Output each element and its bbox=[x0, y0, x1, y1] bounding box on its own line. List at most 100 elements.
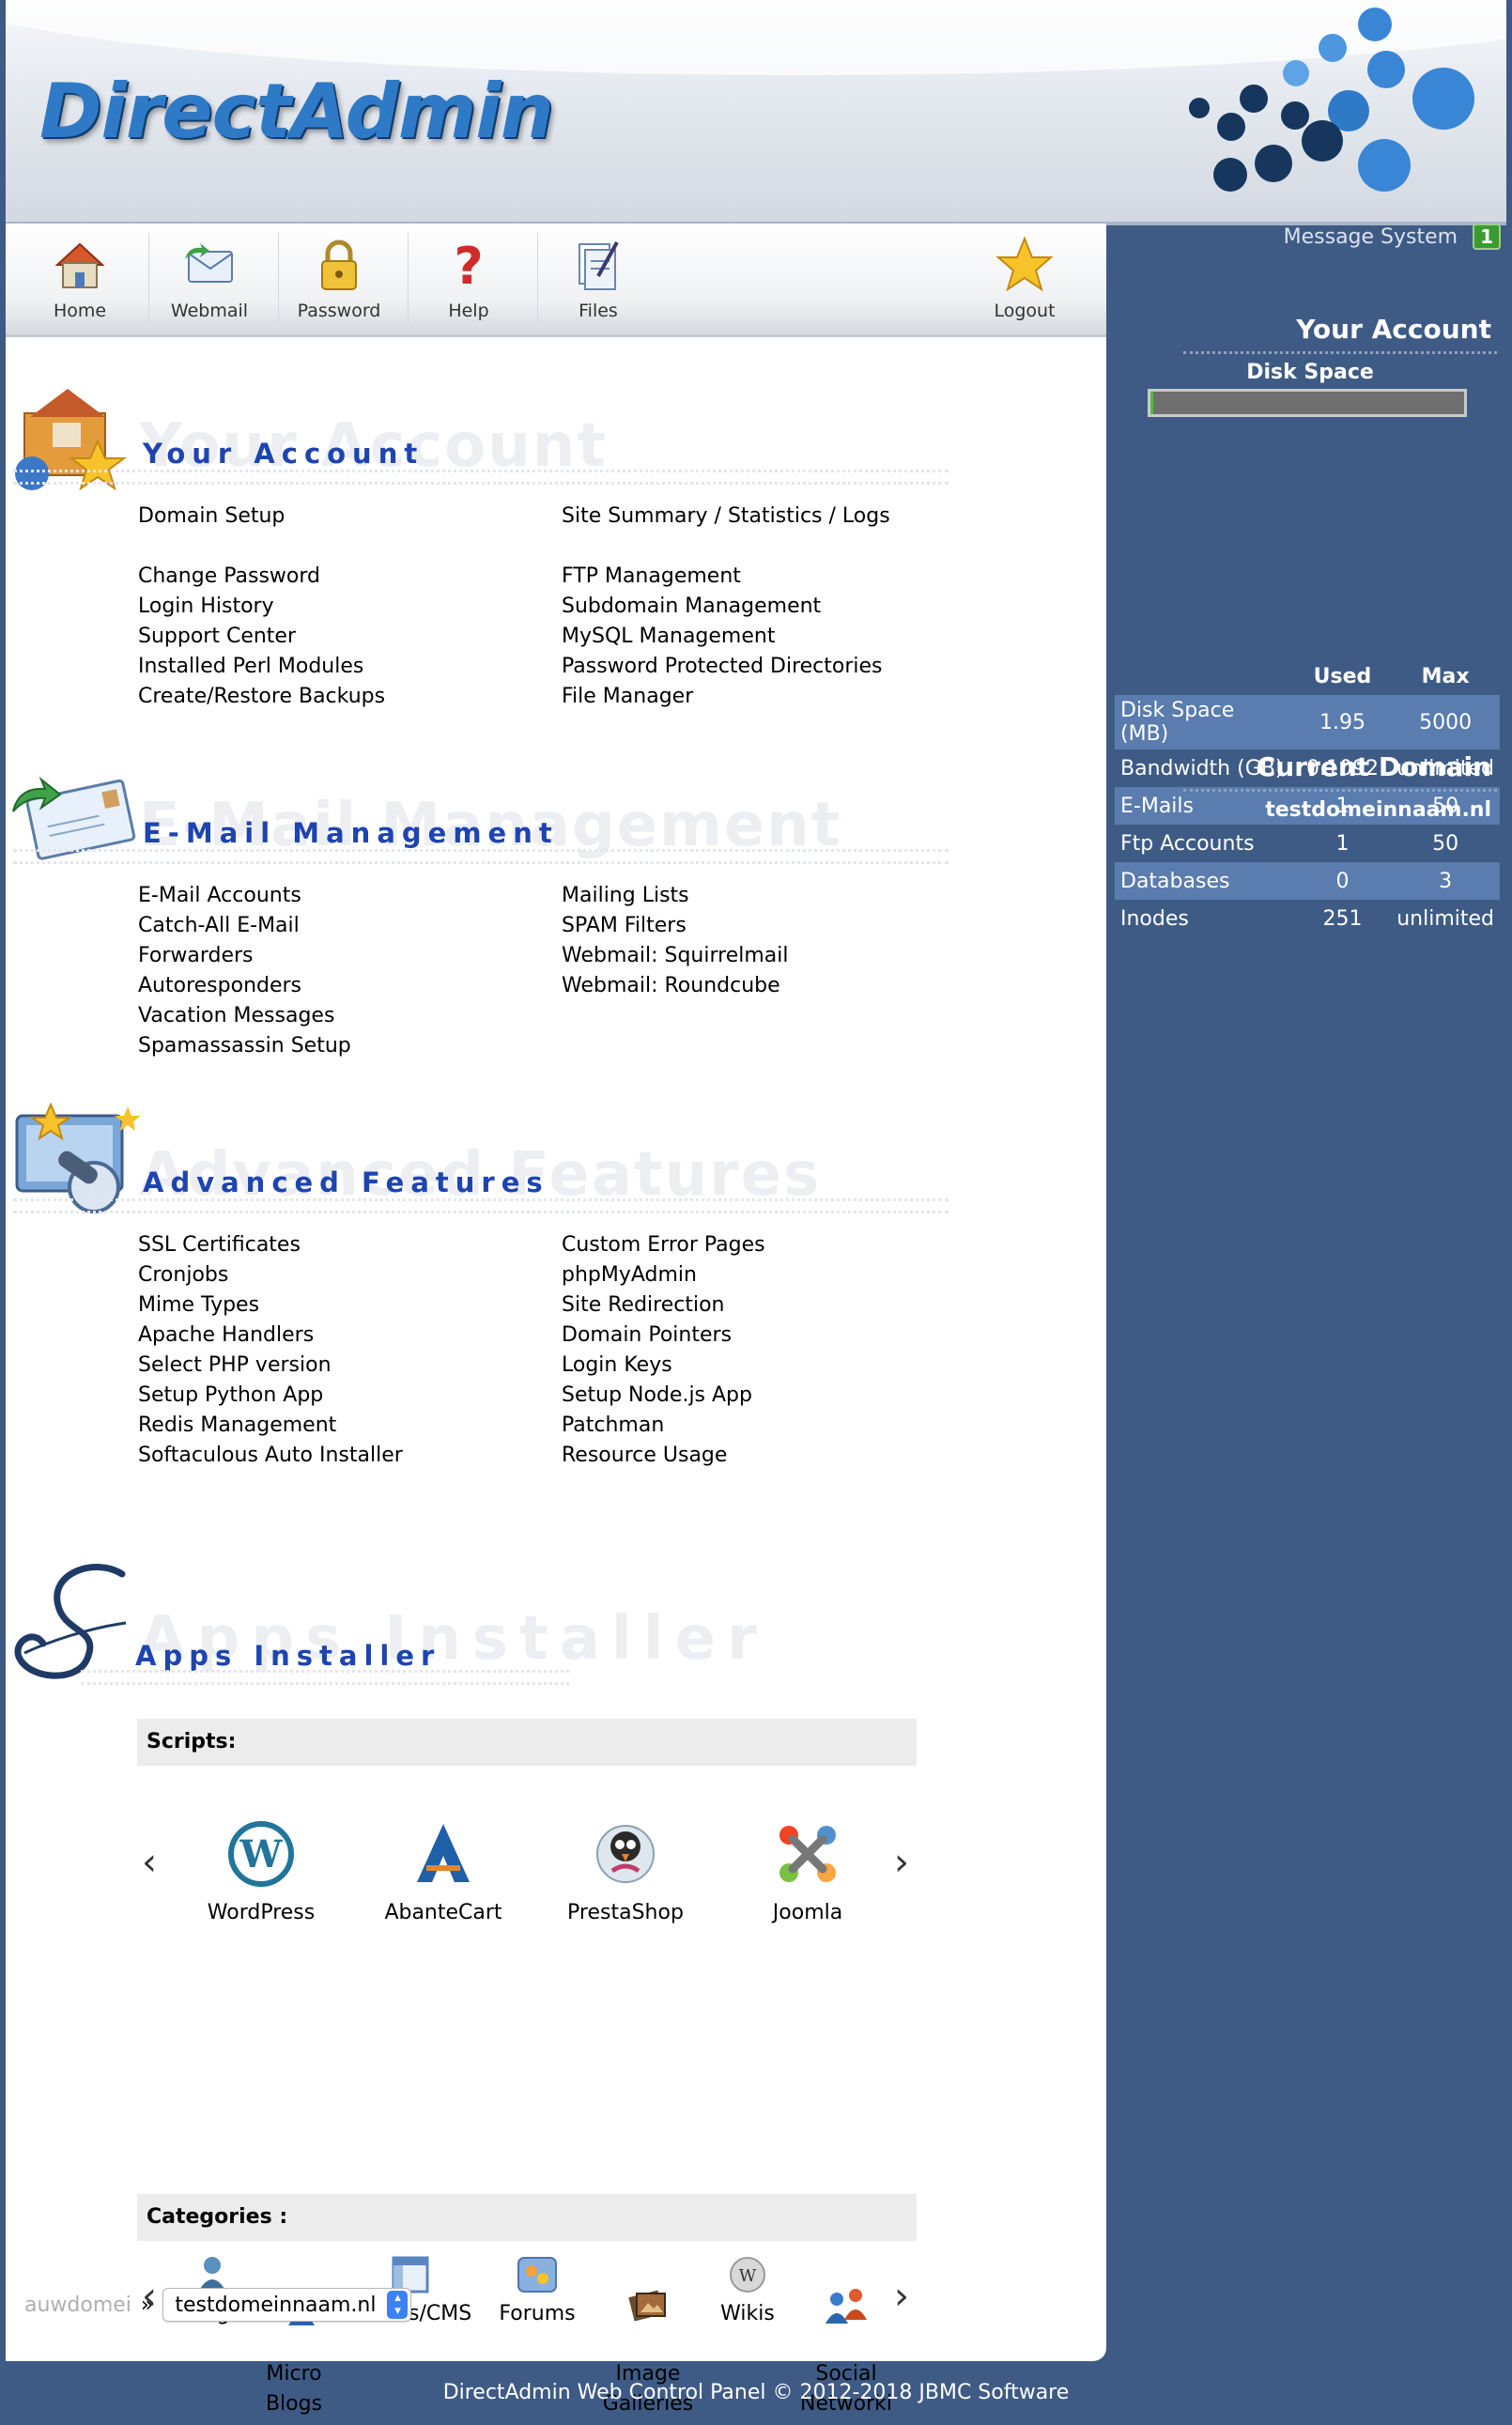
stats-row-databases: Databases 0 3 bbox=[1115, 862, 1500, 900]
message-system[interactable]: Message System 1 bbox=[1284, 224, 1501, 250]
patchman-link[interactable]: Patchman bbox=[562, 1411, 994, 1441]
installed-perl-modules-link[interactable]: Installed Perl Modules bbox=[138, 652, 532, 682]
logo-dots-decoration bbox=[1161, 0, 1506, 222]
abantecart-icon bbox=[417, 1824, 470, 1882]
logout-button[interactable]: Logout bbox=[964, 235, 1086, 329]
webmail-button[interactable]: Webmail bbox=[148, 235, 270, 329]
wordpress-icon: W bbox=[228, 1821, 294, 1887]
section-title-apps-installer: Apps Installer bbox=[135, 1640, 441, 1672]
script-abantecart[interactable]: AbanteCart bbox=[359, 1818, 528, 1924]
stats-header-row: Used Max bbox=[1115, 657, 1500, 695]
site-summary-link[interactable]: Site Summary / Statistics / Logs bbox=[562, 502, 994, 532]
ftp-management-link[interactable]: FTP Management bbox=[562, 562, 994, 592]
stat-max: 5000 bbox=[1391, 695, 1500, 749]
create-restore-backups-link[interactable]: Create/Restore Backups bbox=[138, 682, 532, 712]
categories-header: Categories : bbox=[137, 2194, 917, 2241]
help-button[interactable]: ? Help bbox=[408, 235, 530, 329]
script-label: Joomla bbox=[772, 1901, 843, 1924]
script-joomla[interactable]: Joomla bbox=[723, 1818, 892, 1924]
social-networking-icon bbox=[825, 2289, 867, 2324]
scripts-prev-arrow[interactable]: ‹ bbox=[142, 1841, 157, 1884]
stat-max: 50 bbox=[1432, 831, 1459, 856]
home-button[interactable]: Home bbox=[19, 235, 141, 329]
mime-types-link[interactable]: Mime Types bbox=[138, 1290, 551, 1321]
footer-copyright: DirectAdmin Web Control Panel © 2012-201… bbox=[442, 2381, 1070, 2404]
webmail-label: Webmail bbox=[170, 301, 249, 321]
password-protected-directories-link[interactable]: Password Protected Directories bbox=[562, 652, 994, 682]
vacation-messages-link[interactable]: Vacation Messages bbox=[138, 1001, 532, 1031]
current-domain-value[interactable]: testdomeinnaam.nl bbox=[1265, 798, 1491, 822]
email-accounts-link[interactable]: E-Mail Accounts bbox=[138, 881, 532, 911]
ssl-certificates-link[interactable]: SSL Certificates bbox=[138, 1230, 551, 1260]
star-icon bbox=[995, 236, 1054, 292]
phpmyadmin-link[interactable]: phpMyAdmin bbox=[562, 1260, 994, 1290]
mailing-lists-link[interactable]: Mailing Lists bbox=[562, 881, 994, 911]
stat-label: Ftp Accounts bbox=[1120, 831, 1255, 856]
custom-error-pages-link[interactable]: Custom Error Pages bbox=[562, 1230, 994, 1260]
scripts-next-arrow[interactable]: › bbox=[894, 1841, 909, 1884]
sidebar-divider bbox=[1183, 789, 1497, 792]
stats-row-ftp-accounts: Ftp Accounts 1 50 bbox=[1115, 825, 1500, 862]
forwarders-link[interactable]: Forwarders bbox=[138, 941, 532, 971]
category-wikis[interactable]: W Wikis bbox=[708, 2252, 787, 2329]
directadmin-logo: DirectAdmin bbox=[39, 68, 554, 155]
svg-text:W: W bbox=[239, 1832, 284, 1877]
domain-pointers-link[interactable]: Domain Pointers bbox=[562, 1321, 994, 1351]
login-history-link[interactable]: Login History bbox=[138, 592, 532, 622]
categories-next-arrow[interactable]: › bbox=[894, 2275, 909, 2318]
disk-space-progress-fill bbox=[1150, 392, 1153, 414]
disk-space-progress-bar bbox=[1148, 389, 1467, 417]
domain-select[interactable]: testdomeinnaam.nl ▴ ▾ bbox=[162, 2288, 412, 2322]
spamassassin-setup-link[interactable]: Spamassassin Setup bbox=[138, 1031, 532, 1061]
webmail-squirrelmail-link[interactable]: Webmail: Squirrelmail bbox=[562, 941, 994, 971]
toolbar: Home Webmail Password ? Help Files Logou… bbox=[6, 224, 1106, 337]
redis-management-link[interactable]: Redis Management bbox=[138, 1411, 551, 1441]
domain-selector-label: auwdomei bbox=[24, 2293, 131, 2317]
catch-all-email-link[interactable]: Catch-All E-Mail bbox=[138, 911, 532, 941]
prestashop-icon bbox=[596, 1825, 655, 1883]
setup-nodejs-app-link[interactable]: Setup Node.js App bbox=[562, 1381, 994, 1411]
webmail-roundcube-link[interactable]: Webmail: Roundcube bbox=[562, 971, 994, 1001]
softaculous-logo-icon bbox=[14, 1564, 127, 1679]
autoresponders-link[interactable]: Autoresponders bbox=[138, 971, 532, 1001]
password-button[interactable]: Password bbox=[278, 235, 400, 329]
apache-handlers-link[interactable]: Apache Handlers bbox=[138, 1321, 551, 1351]
setup-python-app-link[interactable]: Setup Python App bbox=[138, 1381, 551, 1411]
select-php-version-link[interactable]: Select PHP version bbox=[138, 1351, 551, 1381]
advanced-menu-col1: SSL Certificates Cronjobs Mime Types Apa… bbox=[138, 1230, 551, 1471]
stat-label: Disk Space (MB) bbox=[1115, 695, 1294, 749]
account-menu-col1: Domain Setup Change Password Login Histo… bbox=[138, 502, 532, 712]
stat-label: Databases bbox=[1115, 862, 1294, 900]
domain-setup-link[interactable]: Domain Setup bbox=[138, 502, 532, 532]
file-manager-link[interactable]: File Manager bbox=[562, 682, 994, 712]
home-icon bbox=[54, 242, 105, 288]
account-menu-col2: Site Summary / Statistics / Logs FTP Man… bbox=[562, 502, 994, 712]
email-menu-col2: Mailing Lists SPAM Filters Webmail: Squi… bbox=[562, 881, 994, 1001]
section-title-your-account: Your Account bbox=[143, 438, 424, 470]
subdomain-management-link[interactable]: Subdomain Management bbox=[562, 592, 994, 622]
message-system-label: Message System bbox=[1283, 224, 1458, 249]
script-label: AbanteCart bbox=[384, 1901, 502, 1924]
header-banner: DirectAdmin bbox=[6, 0, 1506, 225]
change-password-link[interactable]: Change Password bbox=[138, 562, 532, 592]
stat-max: 3 bbox=[1391, 862, 1500, 900]
files-label: Files bbox=[579, 301, 618, 321]
site-redirection-link[interactable]: Site Redirection bbox=[562, 1290, 994, 1321]
max-column-header: Max bbox=[1421, 664, 1470, 688]
softaculous-auto-installer-link[interactable]: Softaculous Auto Installer bbox=[138, 1441, 551, 1471]
script-label: PrestaShop bbox=[567, 1901, 684, 1924]
section-divider bbox=[13, 1198, 949, 1213]
script-wordpress[interactable]: W WordPress bbox=[177, 1818, 346, 1924]
login-keys-link[interactable]: Login Keys bbox=[562, 1351, 994, 1381]
disk-space-label: Disk Space bbox=[1246, 361, 1374, 384]
support-center-link[interactable]: Support Center bbox=[138, 622, 532, 652]
script-label: WordPress bbox=[207, 1901, 316, 1924]
category-forums[interactable]: Forums bbox=[490, 2252, 584, 2329]
spam-filters-link[interactable]: SPAM Filters bbox=[562, 911, 994, 941]
mysql-management-link[interactable]: MySQL Management bbox=[562, 622, 994, 652]
resource-usage-link[interactable]: Resource Usage bbox=[562, 1441, 994, 1471]
files-button[interactable]: Files bbox=[537, 235, 659, 329]
cronjobs-link[interactable]: Cronjobs bbox=[138, 1260, 551, 1290]
script-prestashop[interactable]: PrestaShop bbox=[541, 1818, 710, 1924]
joomla-icon bbox=[779, 1826, 836, 1882]
